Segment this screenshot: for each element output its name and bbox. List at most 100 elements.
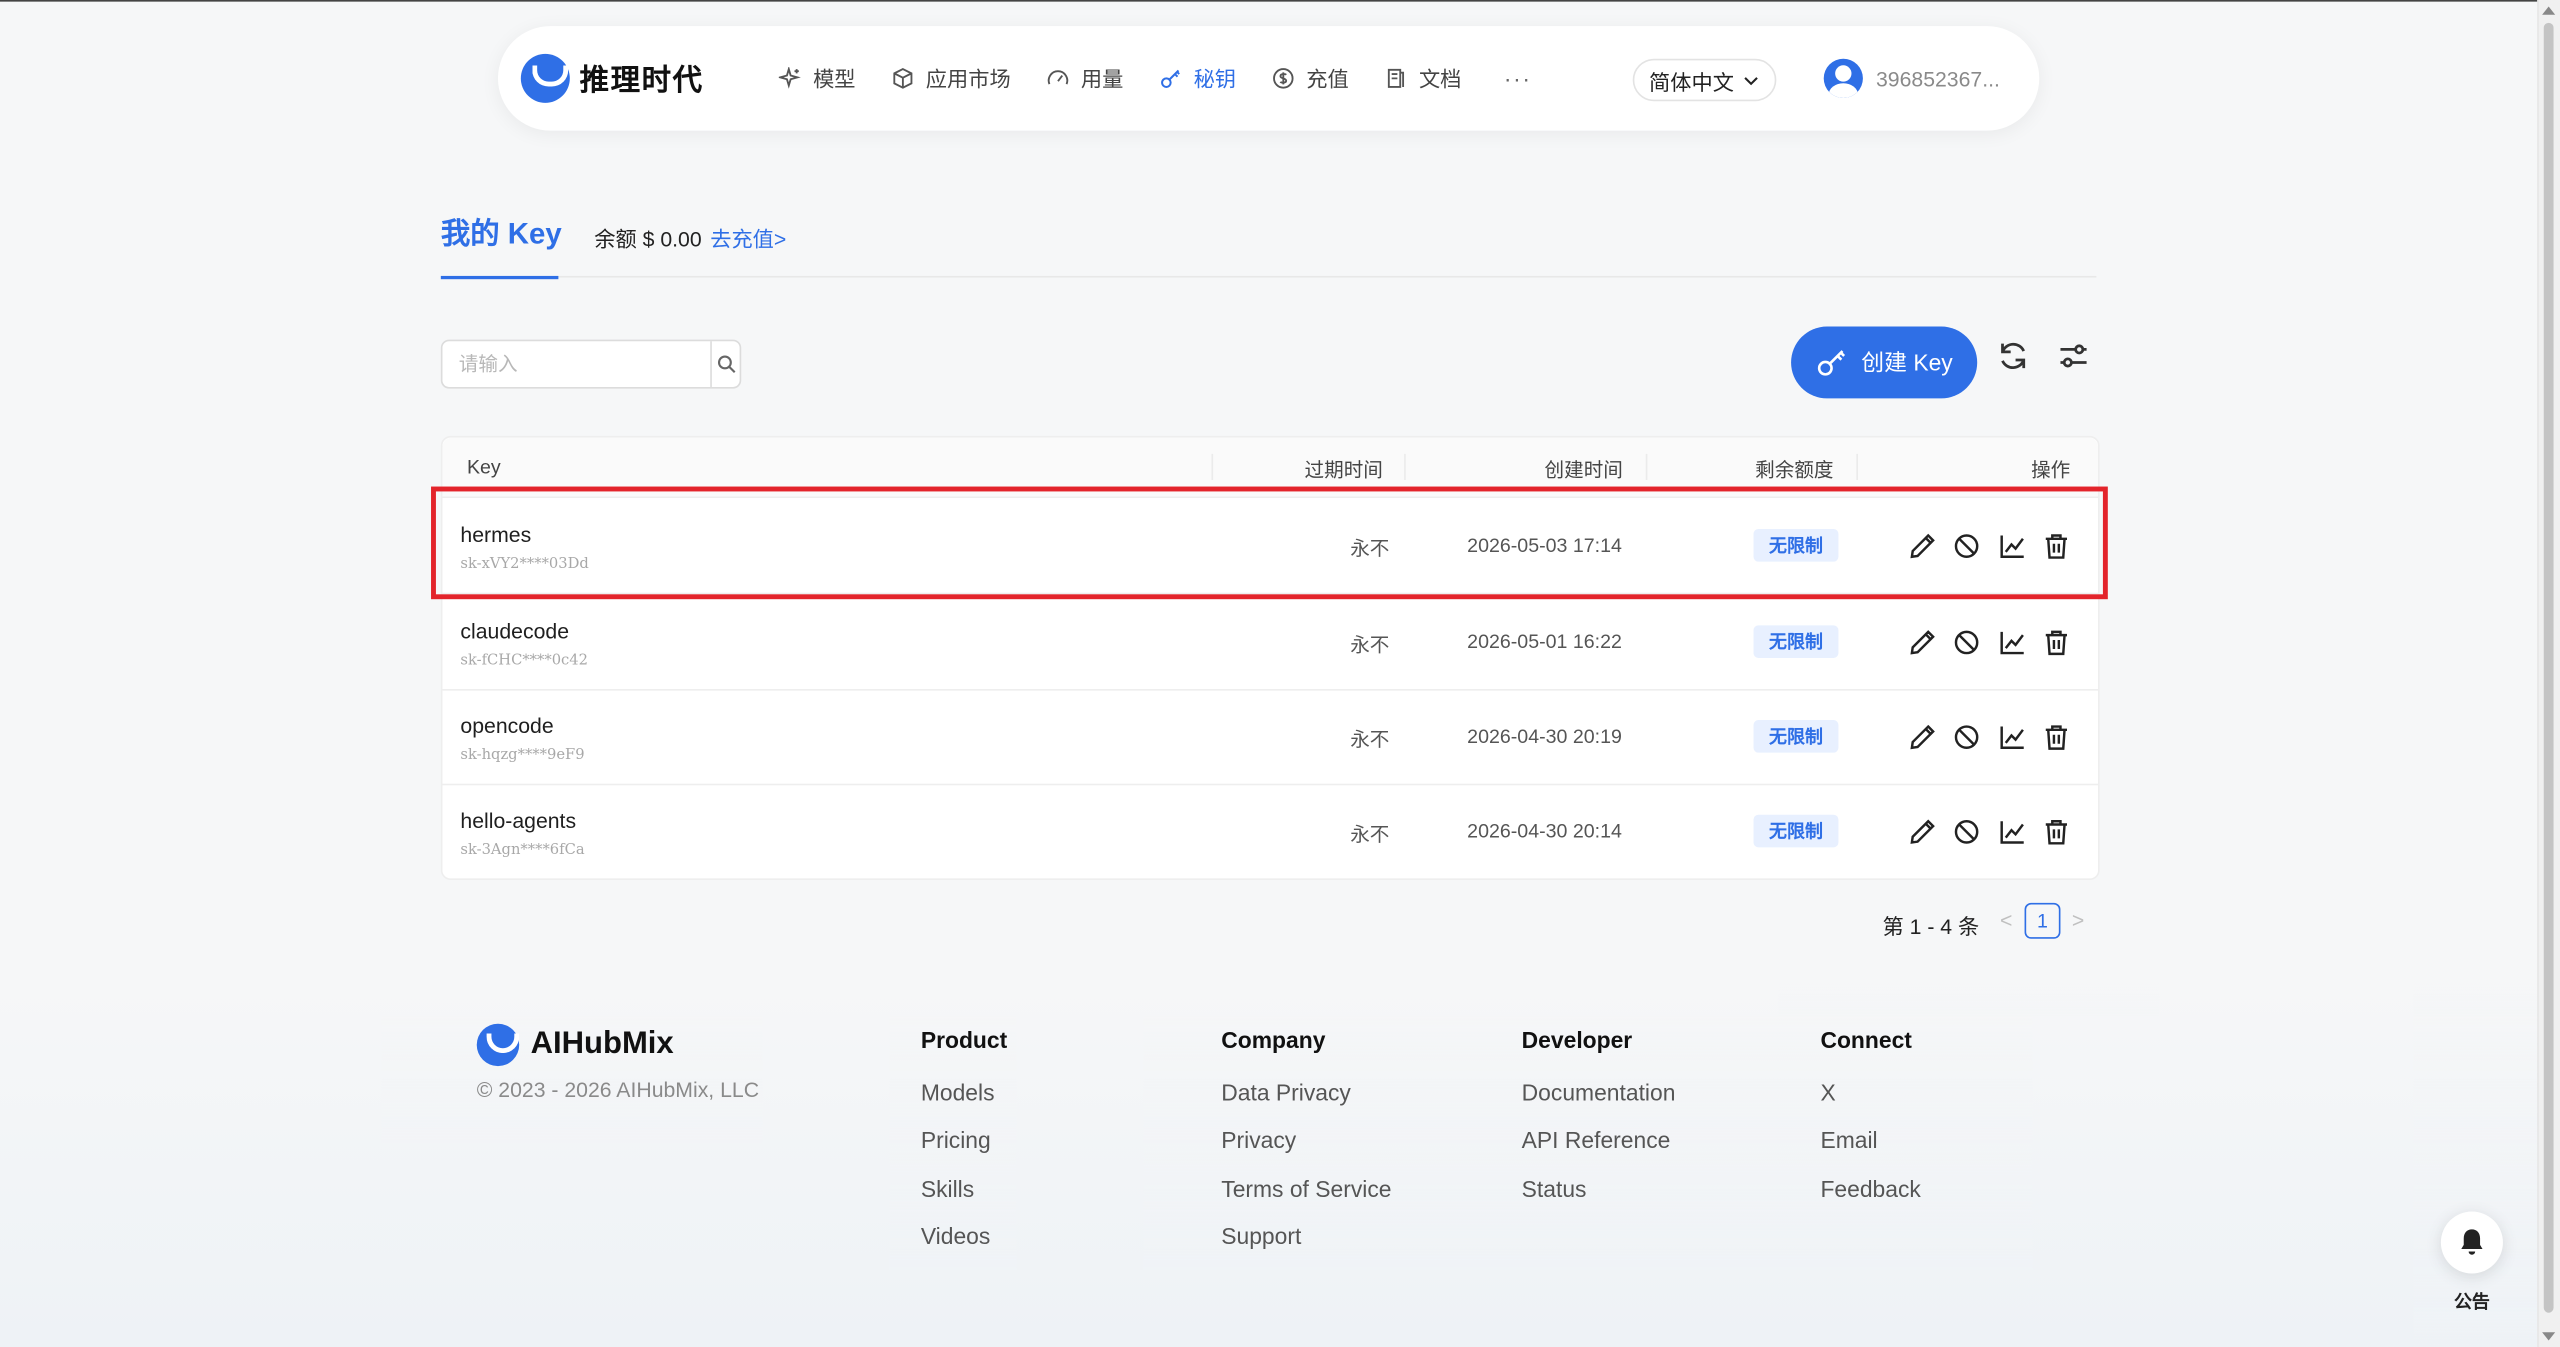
language-select[interactable]: 简体中文 — [1632, 58, 1777, 102]
active-tab-indicator — [440, 275, 559, 280]
document-icon — [1388, 68, 1405, 88]
notice-label: 公告 — [2453, 1293, 2490, 1313]
usage-chart-button[interactable] — [1994, 624, 2030, 660]
column-divider — [1645, 453, 1648, 481]
footer-link[interactable]: Data Privacy — [1221, 1079, 1391, 1127]
footer-link[interactable]: Privacy — [1221, 1127, 1391, 1175]
pencil-icon — [1909, 724, 1935, 749]
key-name: opencode — [460, 713, 554, 738]
footer-column-title: Connect — [1820, 1026, 1912, 1054]
nav-item-usage[interactable]: 用量 — [1047, 62, 1123, 93]
footer-link[interactable]: X — [1820, 1079, 1920, 1127]
delete-button[interactable] — [2038, 624, 2074, 660]
footer-link[interactable]: Skills — [921, 1175, 1007, 1223]
table-row[interactable]: claudecode sk-fCHC****0c42 永不 2026-05-01… — [442, 594, 2099, 691]
brand-logo-icon — [520, 53, 570, 103]
edit-button[interactable] — [1904, 624, 1940, 660]
pencil-icon — [1909, 629, 1935, 654]
footer-link[interactable]: Documentation — [1522, 1079, 1676, 1127]
footer-link[interactable]: Feedback — [1820, 1175, 1920, 1223]
pagination-next-button[interactable]: > — [2072, 908, 2084, 932]
line-chart-icon — [1999, 631, 2024, 654]
brand-logo[interactable]: 推理时代 — [520, 53, 704, 103]
line-chart-icon — [1999, 725, 2024, 749]
pagination-page-button[interactable]: 1 — [2024, 902, 2061, 939]
column-divider — [1856, 453, 1859, 481]
pagination-prev-button[interactable]: < — [2000, 908, 2012, 932]
footer-logo[interactable]: AIHubMix — [476, 1023, 674, 1067]
search-input[interactable] — [442, 341, 711, 387]
search-icon — [717, 355, 735, 374]
balance-text: 余额 $ 0.00 — [594, 226, 702, 252]
nav-item-label: 秘钥 — [1193, 66, 1237, 92]
sparkle-icon — [778, 66, 801, 88]
created-time: 2026-05-01 16:22 — [1467, 630, 1622, 654]
brand-name: 推理时代 — [579, 63, 704, 97]
usage-chart-button[interactable] — [1994, 718, 2030, 754]
notice-button[interactable] — [2440, 1211, 2503, 1274]
nav-item-keys[interactable]: 秘钥 — [1159, 62, 1236, 93]
footer-link[interactable]: Email — [1820, 1127, 1920, 1175]
settings-button[interactable] — [2054, 336, 2093, 375]
pagination-summary: 第 1 - 4 条 — [1882, 914, 1980, 939]
trash-icon — [2045, 724, 2067, 750]
footer-link[interactable]: Terms of Service — [1221, 1175, 1391, 1223]
nav-item-recharge[interactable]: 充值 — [1272, 62, 1349, 93]
footer-link[interactable]: Videos — [921, 1223, 1007, 1271]
footer-link[interactable]: Status — [1522, 1175, 1676, 1223]
refresh-icon — [2001, 342, 2026, 370]
recharge-link[interactable]: 去充值> — [710, 222, 786, 253]
delete-button[interactable] — [2038, 718, 2074, 754]
delete-button[interactable] — [2038, 813, 2074, 849]
scroll-down-icon[interactable] — [2542, 1332, 2556, 1341]
edit-button[interactable] — [1904, 718, 1940, 754]
expire-time: 永不 — [1350, 822, 1390, 846]
column-actions: 操作 — [2031, 458, 2071, 482]
page-title[interactable]: 我的 Key — [441, 211, 562, 253]
edit-button[interactable] — [1904, 813, 1940, 849]
create-key-button[interactable]: 创建 Key — [1791, 326, 1978, 399]
footer-link[interactable]: API Reference — [1522, 1127, 1676, 1175]
column-divider — [1211, 453, 1214, 481]
footer-link[interactable]: Support — [1221, 1223, 1391, 1271]
user-menu[interactable]: 396852367... — [1823, 58, 2000, 98]
user-id: 396852367... — [1875, 66, 2000, 91]
scroll-up-icon[interactable] — [2542, 6, 2556, 15]
column-created: 创建时间 — [1544, 458, 1623, 482]
refresh-button[interactable] — [1994, 336, 2033, 375]
trash-icon — [2045, 819, 2067, 844]
avatar — [1823, 58, 1863, 98]
nav-item-models[interactable]: 模型 — [778, 62, 856, 93]
page-scrollbar[interactable] — [2537, 0, 2560, 1347]
footer-column-company: Company Data Privacy Privacy Terms of Se… — [1221, 1027, 1391, 1271]
gauge-icon — [1047, 69, 1069, 84]
key-masked-value: sk-fCHC****0c42 — [460, 653, 589, 670]
usage-chart-button[interactable] — [1994, 813, 2030, 849]
column-divider — [1404, 453, 1406, 481]
nav-item-app-market[interactable]: 应用市场 — [891, 62, 1011, 93]
header-divider — [440, 275, 2097, 278]
disable-button[interactable] — [1949, 718, 1985, 754]
footer-link[interactable]: Models — [921, 1079, 1007, 1127]
nav-item-docs[interactable]: 文档 — [1385, 62, 1461, 93]
nav-item-label: 模型 — [813, 66, 856, 92]
table-row[interactable]: opencode sk-hqzg****9eF9 永不 2026-04-30 2… — [442, 689, 2099, 786]
table-row[interactable]: hello-agents sk-3Agn****6fCa 永不 2026-04-… — [442, 784, 2098, 879]
search-button[interactable] — [710, 341, 739, 387]
bell-icon — [2461, 1229, 2483, 1255]
footer-column-connect: Connect X Email Feedback — [1820, 1027, 1920, 1223]
disable-button[interactable] — [1949, 624, 1985, 660]
search-box — [440, 339, 742, 389]
ban-icon — [1954, 819, 1979, 843]
footer-copyright: © 2023 - 2026 AIHubMix, LLC — [476, 1077, 760, 1103]
footer-link[interactable]: Pricing — [921, 1127, 1007, 1175]
key-name: hello-agents — [460, 808, 577, 833]
more-menu-icon[interactable]: ··· — [1504, 64, 1532, 90]
window-top-border — [0, 0, 2560, 2]
disable-button[interactable] — [1949, 813, 1985, 849]
quota-badge: 无限制 — [1753, 720, 1839, 753]
ban-icon — [1954, 724, 1979, 749]
ban-icon — [1954, 629, 1979, 654]
chevron-down-icon — [1744, 76, 1758, 85]
scrollbar-thumb[interactable] — [2543, 22, 2554, 1313]
